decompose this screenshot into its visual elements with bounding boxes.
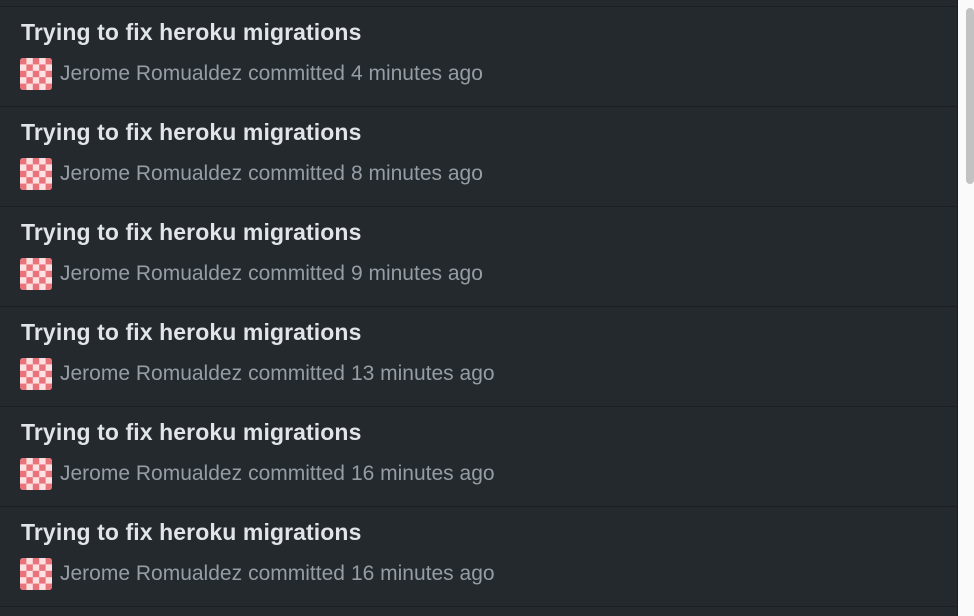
commit-row[interactable]: Trying to fix heroku migrations Jerome R… [0, 207, 957, 307]
commit-title[interactable]: Trying to fix heroku migrations [21, 219, 361, 246]
commit-meta: Jerome Romualdez committed 16 minutes ag… [20, 558, 495, 590]
commit-action: committed [248, 62, 345, 85]
commit-action: committed [248, 262, 345, 285]
list-top-divider [0, 0, 957, 7]
identicon-avatar-icon[interactable] [20, 158, 52, 190]
commit-time: 8 minutes ago [350, 162, 483, 185]
commit-author[interactable]: Jerome Romualdez [60, 362, 242, 386]
commit-action: committed [248, 562, 345, 585]
commit-time: 13 minutes ago [350, 362, 495, 385]
commit-time: 16 minutes ago [350, 562, 495, 585]
commit-author[interactable]: Jerome Romualdez [60, 562, 242, 586]
commit-author[interactable]: Jerome Romualdez [60, 462, 242, 486]
commit-history-view: Trying to fix heroku migrations Jerome R… [0, 0, 974, 616]
commit-meta: Jerome Romualdez committed 9 minutes ago [20, 258, 483, 290]
identicon-avatar-icon[interactable] [20, 258, 52, 290]
commit-title[interactable]: Trying to fix heroku migrations [21, 119, 361, 146]
commit-author[interactable]: Jerome Romualdez [60, 162, 242, 186]
commit-title[interactable]: Trying to fix heroku migrations [21, 319, 361, 346]
commit-action: committed [248, 162, 345, 185]
identicon-avatar-icon[interactable] [20, 458, 52, 490]
scrollbar-thumb[interactable] [966, 8, 974, 184]
commit-time: 4 minutes ago [350, 62, 483, 85]
identicon-avatar-icon[interactable] [20, 358, 52, 390]
commit-author[interactable]: Jerome Romualdez [60, 62, 242, 86]
commit-meta: Jerome Romualdez committed 16 minutes ag… [20, 458, 495, 490]
commit-meta: Jerome Romualdez committed 4 minutes ago [20, 58, 483, 90]
commit-row[interactable]: Trying to fix heroku migrations Jerome R… [0, 107, 957, 207]
commit-meta: Jerome Romualdez committed 13 minutes ag… [20, 358, 495, 390]
commit-time: 9 minutes ago [350, 262, 483, 285]
commit-row[interactable]: Trying to fix heroku migrations Jerome R… [0, 507, 957, 607]
commit-meta: Jerome Romualdez committed 8 minutes ago [20, 158, 483, 190]
commit-time: 16 minutes ago [350, 462, 495, 485]
commit-title[interactable]: Trying to fix heroku migrations [21, 19, 361, 46]
commit-row[interactable]: Trying to fix heroku migrations Jerome R… [0, 407, 957, 507]
commit-action: committed [248, 362, 345, 385]
commit-title[interactable]: Trying to fix heroku migrations [21, 419, 361, 446]
commit-title[interactable]: Trying to fix heroku migrations [21, 519, 361, 546]
commit-author[interactable]: Jerome Romualdez [60, 262, 242, 286]
identicon-avatar-icon[interactable] [20, 58, 52, 90]
commit-action: committed [248, 462, 345, 485]
identicon-avatar-icon[interactable] [20, 558, 52, 590]
commit-list: Trying to fix heroku migrations Jerome R… [0, 0, 958, 616]
commit-row[interactable]: Trying to fix heroku migrations Jerome R… [0, 307, 957, 407]
commit-row[interactable]: Trying to fix heroku migrations Jerome R… [0, 7, 957, 107]
